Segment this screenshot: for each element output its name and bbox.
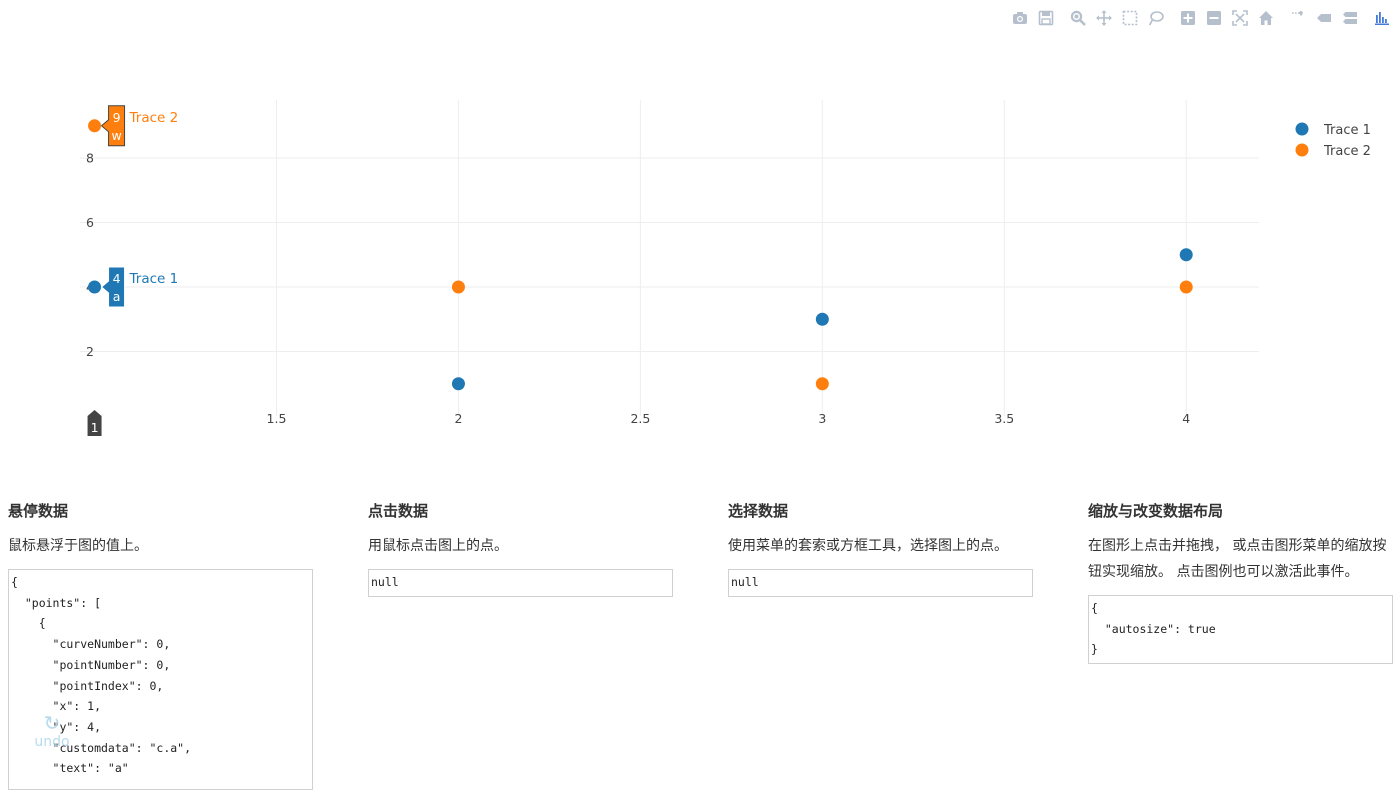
hover-value: 4 — [113, 271, 121, 286]
trace-1-point[interactable] — [451, 377, 465, 391]
relayout-data-desc: 在图形上点击并拖拽， 或点击图形菜单的缩放按钮实现缩放。 点击图例也可以激活此事… — [1088, 538, 1387, 580]
x-tick-label: 1.5 — [267, 411, 287, 426]
hover-text: w — [111, 128, 121, 143]
x-tick-label: 3.5 — [994, 411, 1014, 426]
selection-data-json: null — [728, 569, 1033, 597]
relayout-data-json: { "autosize": true } — [1088, 595, 1393, 665]
relayout-data-title: 缩放与改变数据布局 — [1088, 502, 1224, 520]
hover-data-desc: 鼠标悬浮于图的值上。 — [8, 538, 148, 554]
trace-2-point[interactable] — [1179, 280, 1193, 294]
click-data-panel: 点击数据 用鼠标点击图上的点。 null — [368, 500, 673, 597]
click-data-title: 点击数据 — [368, 502, 429, 520]
legend-marker-trace-1[interactable] — [1295, 122, 1309, 136]
click-data-desc: 用鼠标点击图上的点。 — [368, 538, 508, 554]
trace-2-point[interactable] — [88, 119, 102, 133]
selection-data-panel: 选择数据 使用菜单的套索或方框工具，选择图上的点。 null — [728, 500, 1033, 597]
x-tick-label: 3 — [818, 411, 826, 426]
trace-1-point[interactable] — [88, 280, 102, 294]
hover-data-json: { "points": [ { "curveNumber": 0, "point… — [8, 569, 313, 790]
legend-marker-trace-2[interactable] — [1295, 143, 1309, 157]
relayout-data-panel: 缩放与改变数据布局 在图形上点击并拖拽， 或点击图形菜单的缩放按钮实现缩放。 点… — [1088, 500, 1393, 665]
y-tick-label: 2 — [86, 344, 94, 359]
legend-label-trace-2[interactable]: Trace 2 — [1323, 144, 1371, 159]
hover-trace-name: Trace 1 — [129, 271, 179, 287]
trace-1-point[interactable] — [1179, 248, 1193, 262]
trace-1-point[interactable] — [815, 312, 829, 326]
y-tick-label: 6 — [86, 215, 94, 230]
undo-icon: ↻ — [43, 711, 61, 735]
y-tick-label: 8 — [86, 151, 94, 166]
x-hover-value: 1 — [91, 420, 99, 435]
hover-data-title: 悬停数据 — [8, 502, 69, 520]
undo-label: undo — [34, 734, 70, 750]
hover-text: a — [113, 289, 121, 304]
selection-data-title: 选择数据 — [728, 502, 789, 520]
trace-2-point[interactable] — [451, 280, 465, 294]
x-tick-label: 4 — [1182, 411, 1190, 426]
undo-button[interactable]: ↻ undo — [28, 712, 76, 750]
hover-value: 9 — [113, 110, 121, 125]
trace-2-point[interactable] — [815, 377, 829, 391]
x-tick-label: 2 — [454, 411, 462, 426]
x-tick-label: 2.5 — [630, 411, 650, 426]
click-data-json: null — [368, 569, 673, 597]
scatter-chart[interactable]: 1.522.533.542468Trace 1Trace 24aTrace 19… — [0, 0, 1400, 460]
legend-label-trace-1[interactable]: Trace 1 — [1323, 123, 1371, 138]
hover-trace-name: Trace 2 — [129, 110, 179, 126]
selection-data-desc: 使用菜单的套索或方框工具，选择图上的点。 — [728, 538, 1008, 554]
